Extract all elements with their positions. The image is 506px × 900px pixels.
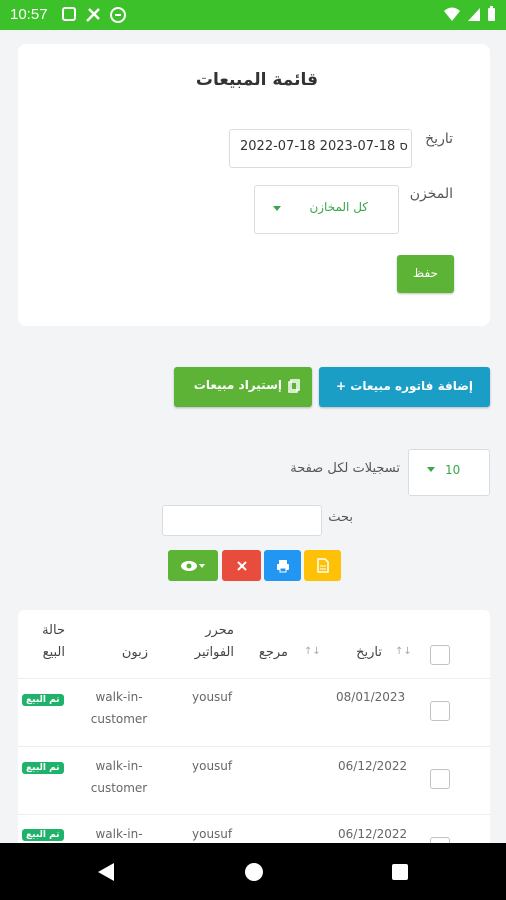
row-date: 08/01/2023	[336, 690, 406, 704]
chevron-down-icon	[273, 206, 281, 211]
column-header-reference[interactable]: مرجع	[259, 642, 288, 664]
row-customer: walk-in-	[95, 827, 143, 841]
warehouse-select[interactable]: كل المخازن	[254, 185, 399, 234]
header-divider	[18, 678, 490, 679]
date-label: تاريخ	[425, 131, 453, 147]
warehouse-label: المخزن	[409, 186, 453, 202]
status-bar: 10:57	[0, 0, 506, 30]
column-header-date[interactable]: تاريخ	[356, 642, 382, 664]
date-range-input[interactable]: 2022-07-18 2023-07-18 ס	[229, 129, 412, 168]
sort-icon: ↑↓	[395, 646, 412, 657]
records-per-page-label: تسجيلات لكل صفحة	[290, 461, 400, 476]
row-editor: yousuf	[192, 759, 233, 773]
row-date: 06/12/2022	[338, 759, 408, 773]
delete-button[interactable]	[222, 550, 261, 581]
search-label: بحث	[328, 510, 353, 525]
row-divider	[18, 746, 490, 747]
row-customer: walk-in-customer	[90, 759, 148, 795]
file-icon	[316, 558, 329, 573]
battery-icon	[488, 6, 495, 21]
records-per-page-value: 10	[445, 463, 461, 477]
sales-table: ↑↓ تاريخ ↑↓ مرجع محرر الفواتير زبون حالة…	[18, 610, 490, 850]
row-divider	[18, 814, 490, 815]
status-right-icons	[443, 6, 496, 22]
sort-icon: ↑↓	[304, 646, 321, 657]
copy-icon	[288, 379, 300, 393]
row-customer: walk-in-customer	[90, 690, 148, 726]
notification-a-icon	[62, 7, 76, 21]
close-icon	[236, 560, 247, 571]
export-file-button[interactable]	[304, 550, 341, 581]
warehouse-select-value: كل المخازن	[309, 200, 368, 214]
print-icon	[276, 559, 289, 572]
import-sales-button[interactable]: إستيراد مبيعات	[174, 367, 312, 407]
column-header-customer[interactable]: زبون	[122, 642, 148, 664]
row-checkbox[interactable]	[430, 769, 450, 789]
status-badge: تم البيع	[22, 762, 64, 774]
column-header-invoice-editor[interactable]: محرر الفواتير	[178, 620, 234, 664]
row-editor: yousuf	[192, 827, 233, 841]
status-badge: تم البيع	[22, 829, 64, 841]
status-time: 10:57	[10, 6, 48, 23]
eye-icon	[181, 560, 205, 571]
row-checkbox[interactable]	[430, 701, 450, 721]
back-icon[interactable]	[96, 862, 116, 882]
print-button[interactable]	[264, 550, 301, 581]
search-input[interactable]	[162, 505, 322, 536]
status-badge: تم البيع	[22, 694, 64, 706]
signal-icon	[468, 8, 480, 21]
save-button[interactable]: حفظ	[397, 255, 454, 293]
import-sales-label: إستيراد مبيعات	[193, 378, 282, 392]
row-editor: yousuf	[192, 690, 233, 704]
tools-icon	[86, 8, 100, 22]
wifi-icon	[444, 7, 460, 21]
chevron-down-icon	[427, 467, 435, 472]
row-date: 06/12/2022	[338, 827, 408, 841]
records-per-page-select[interactable]: 10	[408, 449, 490, 496]
page-title: قائمة المبيعات	[195, 70, 318, 90]
add-sales-invoice-button[interactable]: إضافة فاتوره مبيعات +	[319, 367, 490, 407]
column-header-sale-status[interactable]: حالة البيع	[25, 620, 65, 664]
sync-icon	[110, 7, 126, 23]
navigation-bar	[0, 843, 506, 900]
column-visibility-button[interactable]	[168, 550, 218, 581]
recents-icon[interactable]	[391, 863, 409, 881]
home-icon[interactable]	[244, 862, 264, 882]
select-all-checkbox[interactable]	[430, 645, 450, 665]
